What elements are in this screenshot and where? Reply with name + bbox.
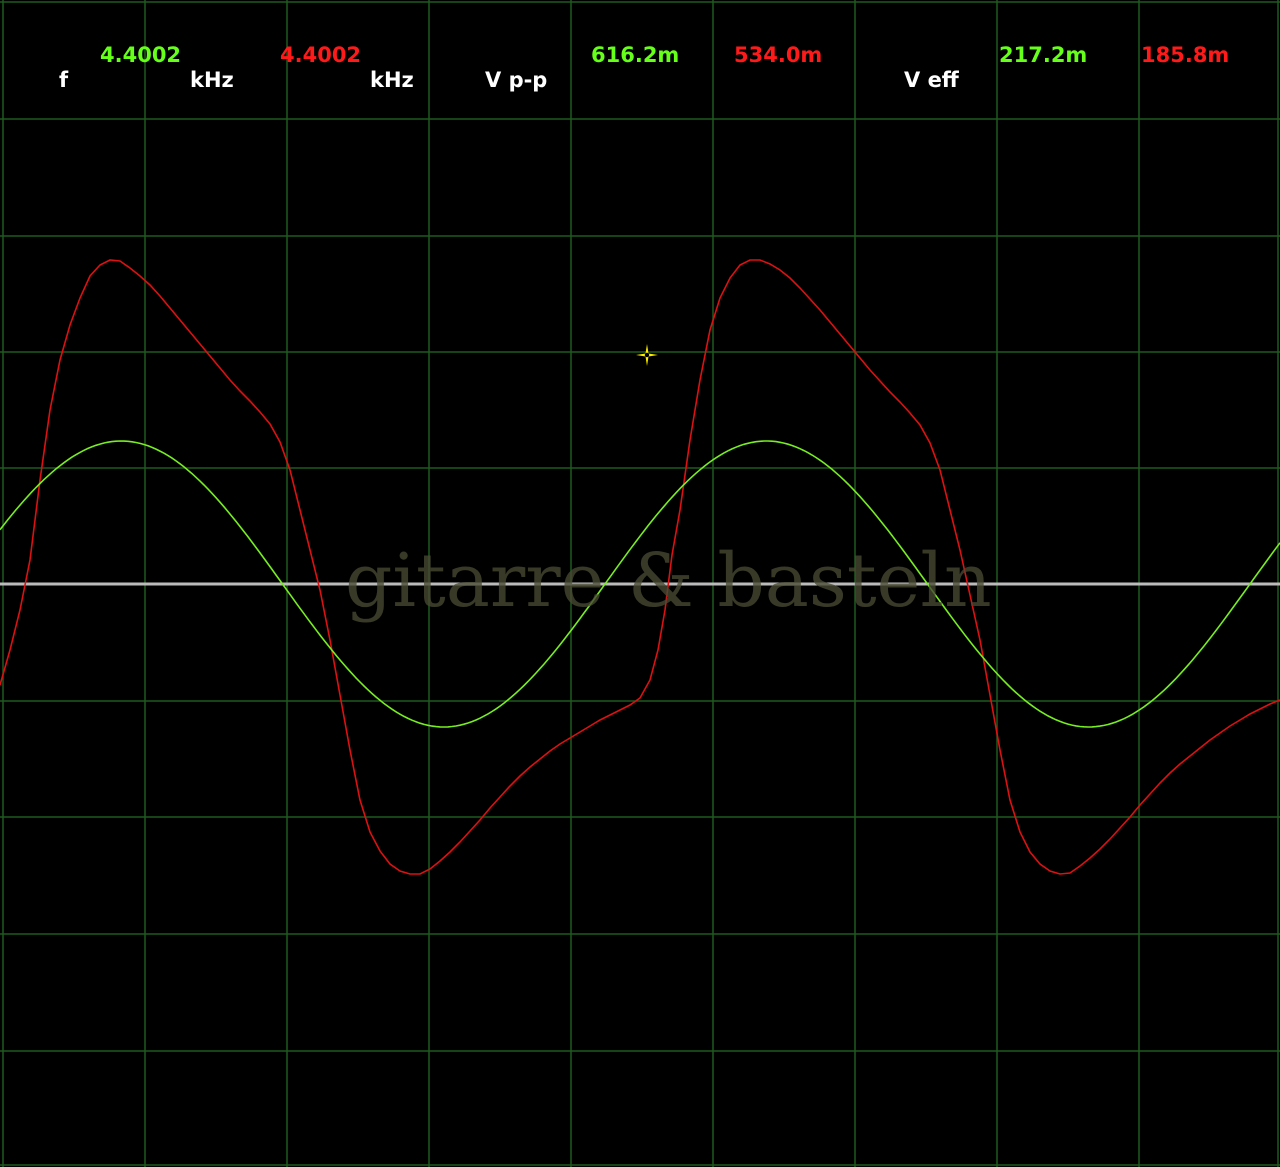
ch2-veff-value: 185.8m: [1141, 43, 1230, 67]
ch1-veff-value: 217.2m: [999, 43, 1088, 67]
ch1-vpp-value: 616.2m: [591, 43, 680, 67]
crosshair-star-icon[interactable]: [635, 343, 659, 367]
veff-label: V eff: [904, 68, 959, 92]
ch2-frequency-unit: kHz: [370, 68, 414, 92]
ch2-vpp-value: 534.0m: [734, 43, 823, 67]
ch1-frequency-unit: kHz: [190, 68, 234, 92]
frequency-label: f: [59, 68, 69, 92]
ch1-frequency-value: 4.4002: [100, 43, 182, 67]
ch2-frequency-value: 4.4002: [280, 43, 362, 67]
watermark: gitarre & basteln: [345, 538, 992, 624]
vpp-label: V p-p: [485, 68, 548, 92]
